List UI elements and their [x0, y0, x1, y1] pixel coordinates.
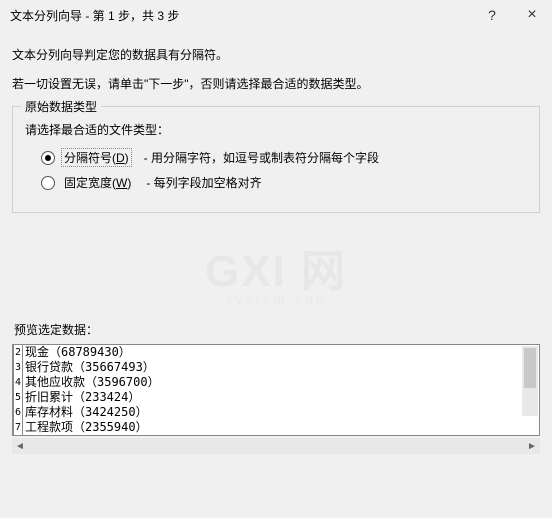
- scrollbar-thumb[interactable]: [524, 348, 536, 388]
- row-text: 折旧累计（233424）: [23, 390, 140, 405]
- vertical-scrollbar[interactable]: [522, 346, 538, 416]
- preview-row[interactable]: 2现金（68789430）: [13, 345, 539, 360]
- row-number: 4: [13, 375, 23, 391]
- row-text: 库存材料（3424250）: [23, 405, 148, 420]
- radio-icon: [41, 151, 55, 165]
- preview-row[interactable]: 6库存材料（3424250）: [13, 405, 539, 420]
- radio-icon: [41, 176, 55, 190]
- row-number: 3: [13, 360, 23, 376]
- watermark-sub: system.cnd: [205, 292, 347, 306]
- group-prompt: 请选择最合适的文件类型：: [25, 121, 529, 138]
- row-text: 银行贷款（35667493）: [23, 360, 155, 375]
- dialog-body: 文本分列向导判定您的数据具有分隔符。 若一切设置无误，请单击"下一步"，否则请选…: [0, 30, 552, 454]
- radio-delimited-desc: - 用分隔字符，如逗号或制表符分隔每个字段: [144, 149, 379, 166]
- intro-line-2: 若一切设置无误，请单击"下一步"，否则请选择最合适的数据类型。: [12, 75, 540, 92]
- titlebar: 文本分列向导 - 第 1 步，共 3 步 ? ×: [0, 0, 552, 30]
- radio-fixed-width[interactable]: 固定宽度(W) - 每列字段加空格对齐: [41, 173, 529, 192]
- scroll-right-icon[interactable]: ►: [524, 438, 540, 454]
- preview-label: 预览选定数据：: [14, 321, 540, 338]
- row-number: 7: [13, 420, 23, 436]
- row-text: 现金（68789430）: [23, 345, 131, 360]
- radio-fixed-width-desc: - 每列字段加空格对齐: [146, 174, 261, 191]
- intro-line-1: 文本分列向导判定您的数据具有分隔符。: [12, 46, 540, 63]
- radio-fixed-width-label: 固定宽度(W): [61, 173, 134, 192]
- preview-area: 2现金（68789430）3银行贷款（35667493）4其他应收款（35967…: [12, 344, 540, 454]
- row-number: 6: [13, 405, 23, 421]
- watermark-main: GXI 网: [205, 250, 347, 294]
- close-button[interactable]: ×: [512, 0, 552, 30]
- horizontal-scrollbar[interactable]: ◄ ►: [12, 438, 540, 454]
- window-title: 文本分列向导 - 第 1 步，共 3 步: [10, 7, 472, 24]
- preview-row[interactable]: 3银行贷款（35667493）: [13, 360, 539, 375]
- group-legend: 原始数据类型: [21, 98, 101, 115]
- original-data-type-group: 原始数据类型 请选择最合适的文件类型： 分隔符号(D) - 用分隔字符，如逗号或…: [12, 106, 540, 213]
- preview-row[interactable]: 7工程款项（2355940）: [13, 420, 539, 435]
- row-text: 工程款项（2355940）: [23, 420, 148, 435]
- help-button[interactable]: ?: [472, 0, 512, 30]
- row-text: 其他应收款（3596700）: [23, 375, 160, 390]
- preview-row[interactable]: 4其他应收款（3596700）: [13, 375, 539, 390]
- preview-listbox[interactable]: 2现金（68789430）3银行贷款（35667493）4其他应收款（35967…: [12, 344, 540, 436]
- watermark: GXI 网 system.cnd: [205, 250, 347, 306]
- row-number: 5: [13, 390, 23, 406]
- radio-delimited[interactable]: 分隔符号(D) - 用分隔字符，如逗号或制表符分隔每个字段: [41, 148, 529, 167]
- row-number: 2: [13, 344, 23, 361]
- radio-delimited-label: 分隔符号(D): [61, 148, 132, 167]
- preview-row[interactable]: 5折旧累计（233424）: [13, 390, 539, 405]
- scroll-left-icon[interactable]: ◄: [12, 438, 28, 454]
